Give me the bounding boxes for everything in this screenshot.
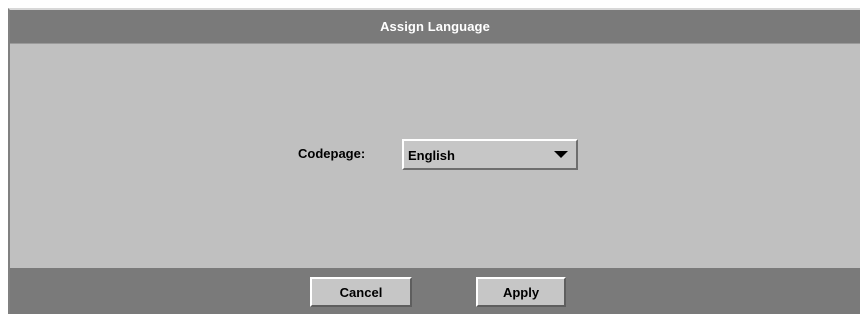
codepage-row: Codepage: English xyxy=(10,139,860,171)
assign-language-dialog: Assign Language Codepage: English Cancel… xyxy=(8,8,860,314)
dialog-body: Codepage: English xyxy=(10,44,860,266)
codepage-select[interactable]: English xyxy=(402,139,578,170)
apply-button[interactable]: Apply xyxy=(476,277,566,307)
codepage-selected-value: English xyxy=(408,148,455,163)
codepage-label: Codepage: xyxy=(298,146,366,161)
triangle-down-icon[interactable] xyxy=(554,151,568,158)
dialog-title: Assign Language xyxy=(380,19,490,34)
dialog-button-bar: Cancel Apply xyxy=(10,268,860,314)
cancel-button[interactable]: Cancel xyxy=(310,277,412,307)
dialog-title-bar: Assign Language xyxy=(10,10,860,44)
